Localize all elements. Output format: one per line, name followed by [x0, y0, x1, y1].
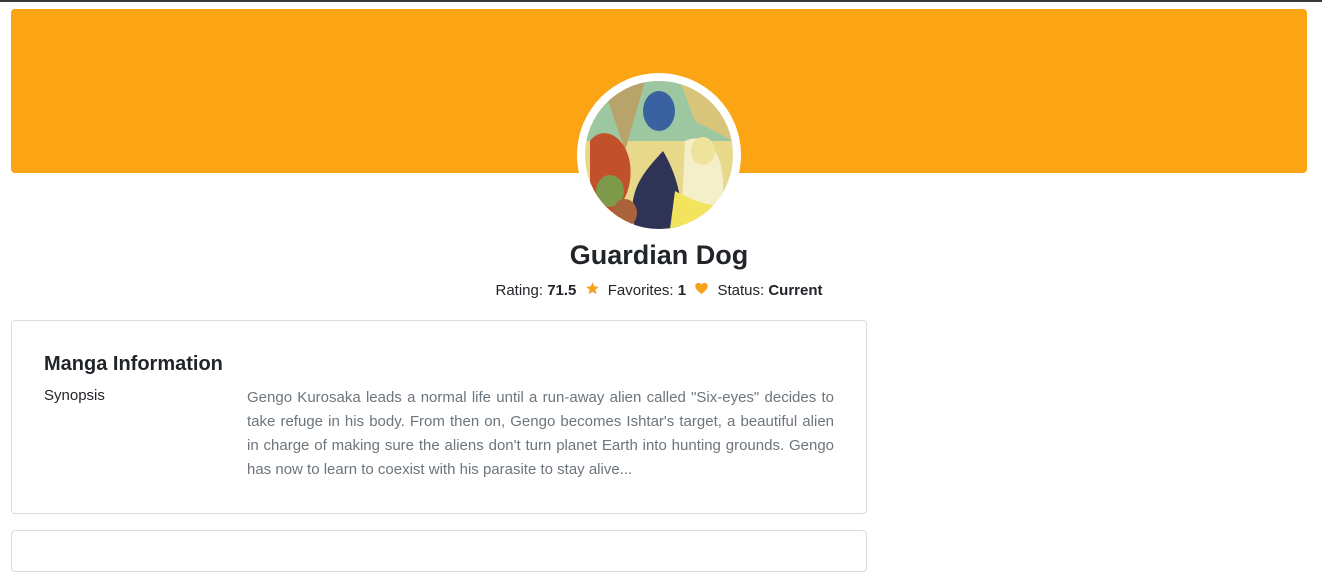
cover-avatar	[585, 81, 733, 229]
favorites-label: Favorites:	[607, 282, 674, 299]
next-card	[11, 530, 867, 572]
rating-label: Rating:	[495, 282, 544, 299]
cover-avatar-frame	[577, 73, 741, 237]
card-heading: Manga Information	[44, 353, 223, 375]
status-value: Current	[768, 282, 823, 299]
top-border	[0, 0, 1322, 2]
synopsis-label: Synopsis	[44, 387, 105, 404]
heart-icon	[694, 281, 709, 303]
manga-stats: Rating: 71.5 Favorites: 1 Status: Curren…	[0, 280, 1318, 303]
manga-title: Guardian Dog	[569, 240, 749, 270]
synopsis-text: Gengo Kurosaka leads a normal life until…	[247, 389, 834, 478]
rating-value: 71.5	[547, 282, 577, 299]
favorites-value: 1	[677, 282, 687, 299]
status-label: Status:	[717, 282, 765, 299]
star-icon	[585, 281, 600, 303]
cover-art-image	[585, 81, 733, 229]
manga-information-card: Manga Information Synopsis Gengo Kurosak…	[11, 320, 867, 514]
